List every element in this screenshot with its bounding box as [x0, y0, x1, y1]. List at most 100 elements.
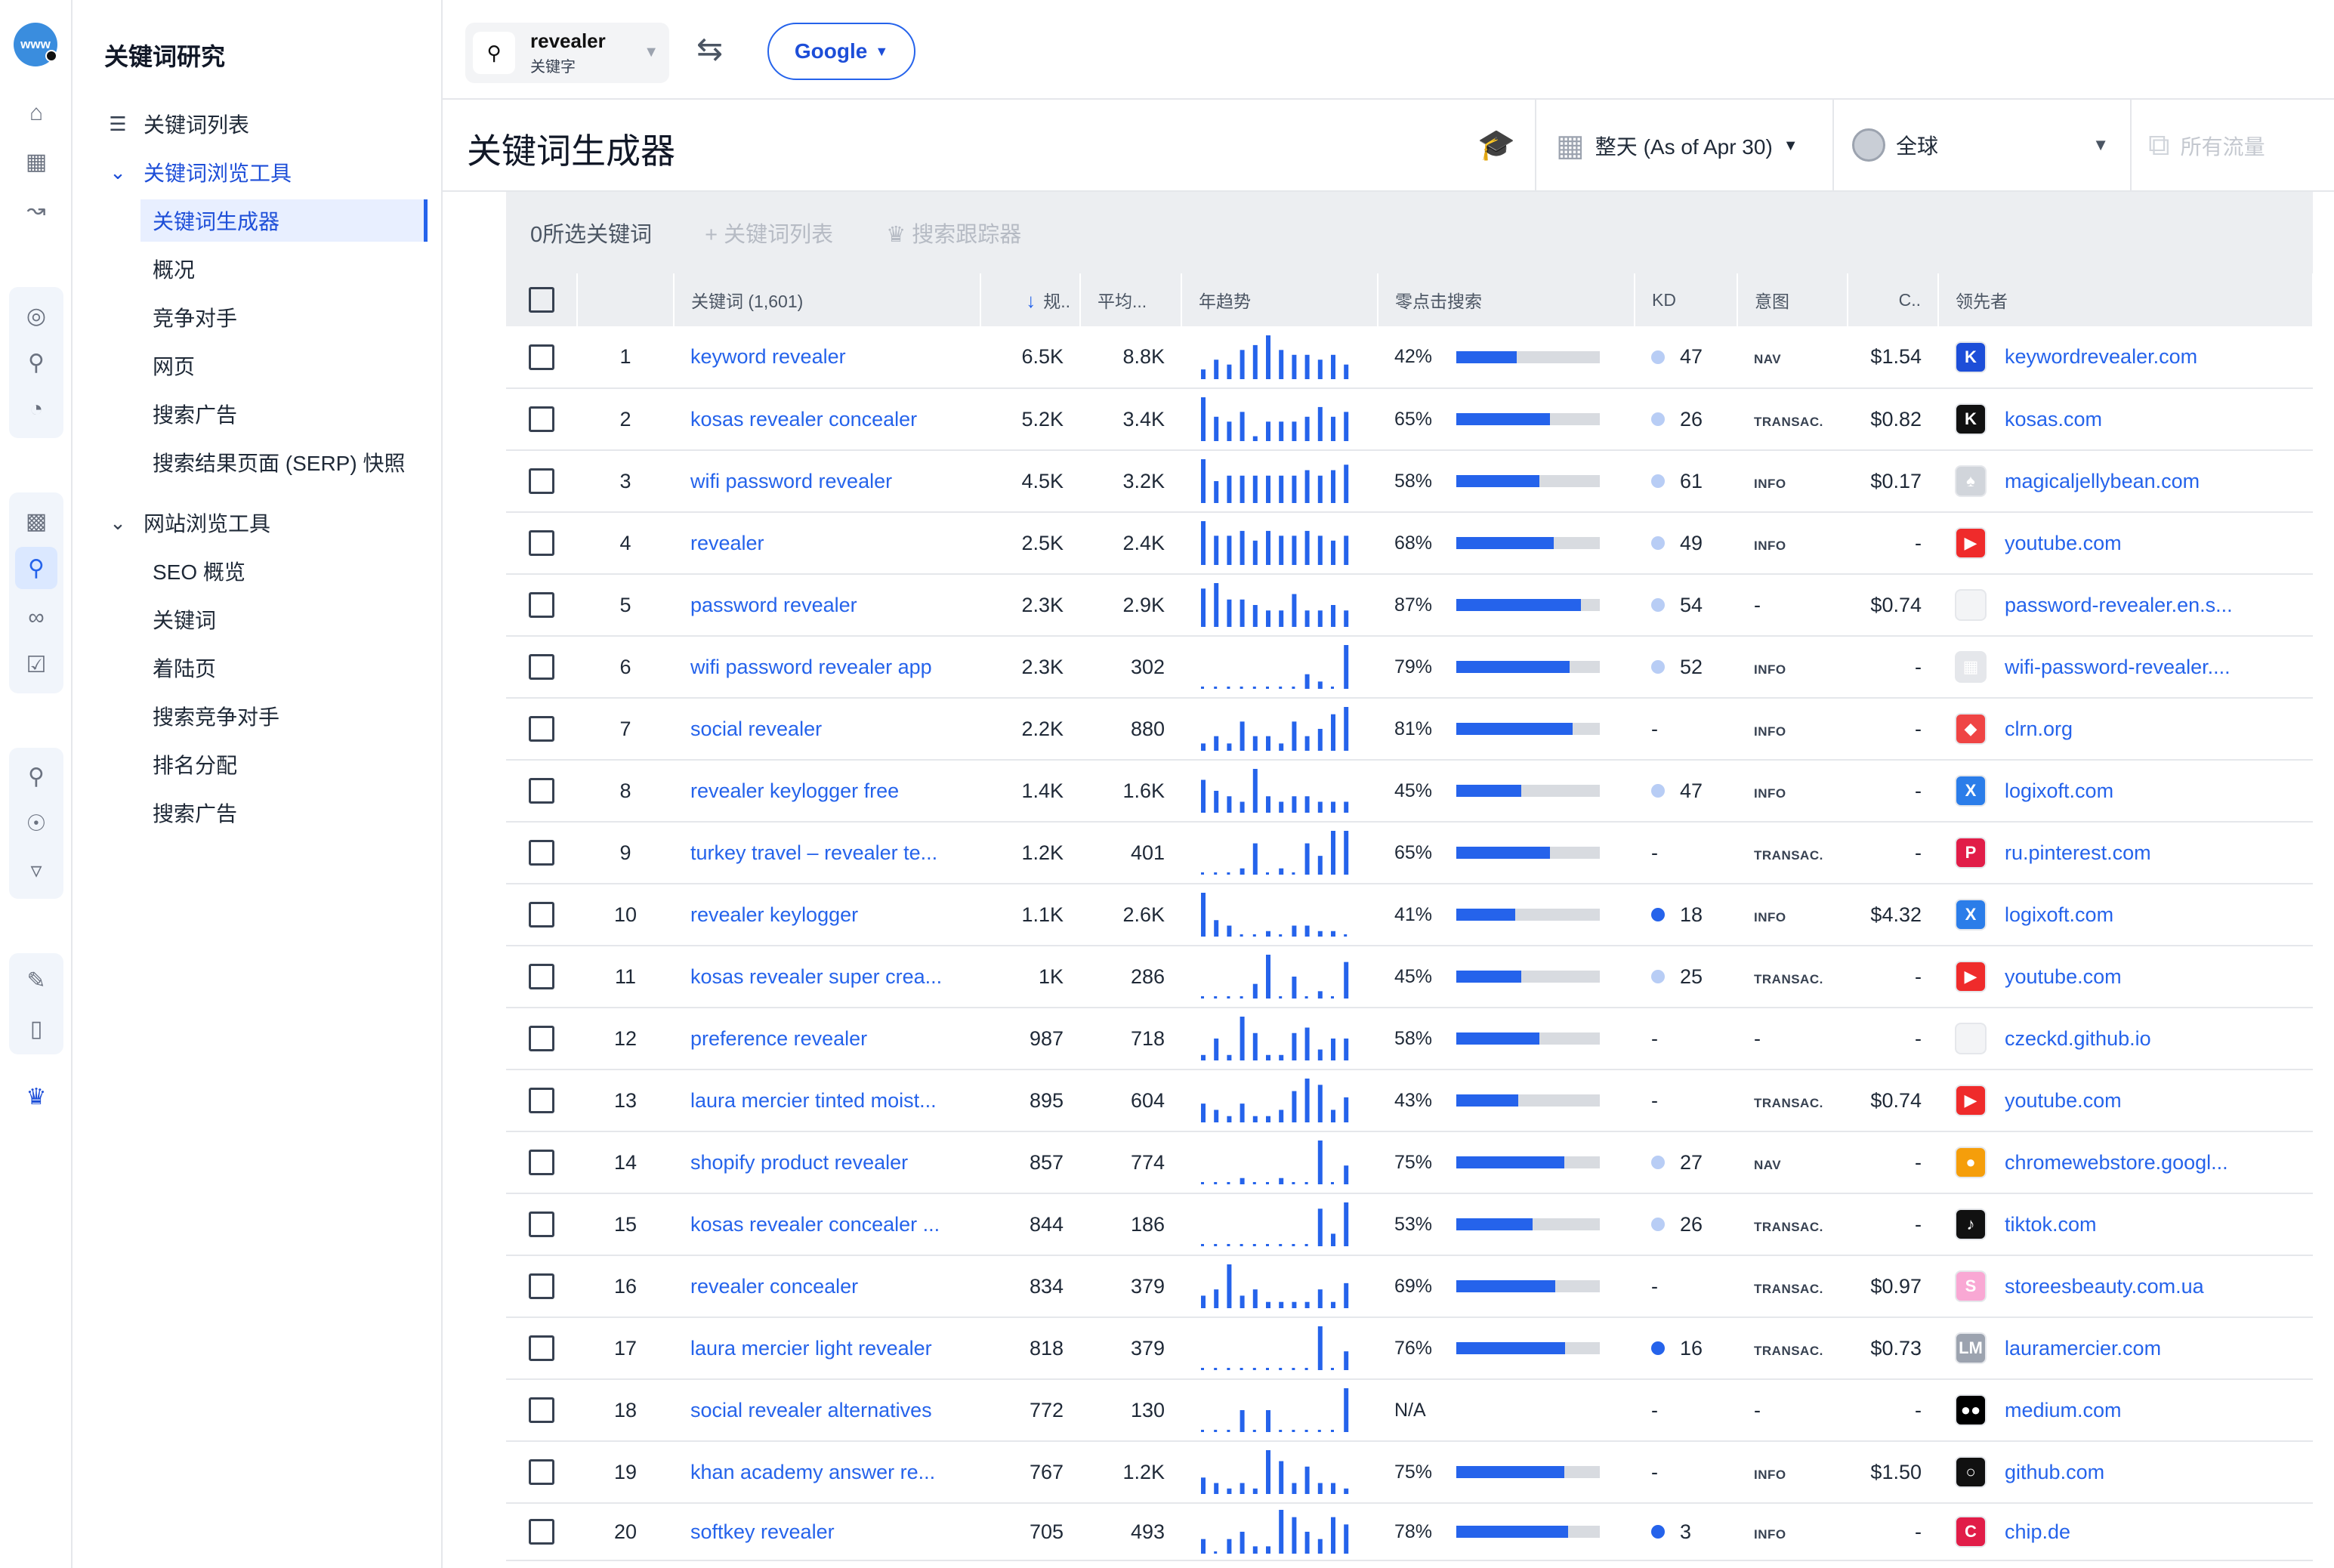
leader-domain-link[interactable]: ru.pinterest.com — [2005, 841, 2151, 865]
crown-icon[interactable]: ♛ — [15, 1076, 57, 1118]
sidebar-item-4[interactable]: 竞争对手 — [73, 296, 443, 338]
row-checkbox[interactable] — [529, 1150, 554, 1175]
table-row[interactable]: 13 laura mercier tinted moist... 895 604 43%… — [506, 1070, 2313, 1132]
row-checkbox[interactable] — [529, 468, 554, 494]
table-row[interactable]: 16 revealer concealer 834 379 69% - TRANSAC. $0… — [506, 1255, 2313, 1318]
home-icon[interactable]: ⌂ — [15, 92, 57, 134]
leader-domain-link[interactable]: password-revealer.en.s... — [2005, 594, 2233, 617]
date-selector[interactable]: ▦ 整天 (As of Apr 30) ▼ — [1556, 128, 1798, 163]
sidebar-item-9[interactable]: SEO 概览 — [73, 550, 443, 592]
keyword-link[interactable]: preference revealer — [690, 1027, 867, 1050]
table-row[interactable]: 19 khan academy answer re... 767 1.2K 75% - IN… — [506, 1441, 2313, 1504]
table-row[interactable]: 9 turkey travel – revealer te... 1.2K 401 65… — [506, 822, 2313, 884]
chevron-down-icon[interactable]: ▼ — [644, 44, 659, 61]
compare-icon[interactable]: ⇆ — [696, 30, 723, 67]
leader-domain-link[interactable]: lauramercier.com — [2005, 1337, 2161, 1360]
keyword-link[interactable]: revealer concealer — [690, 1275, 858, 1298]
add-to-list-button[interactable]: + 关键词列表 — [705, 217, 833, 248]
leader-domain-link[interactable]: wifi-password-revealer.... — [2005, 656, 2231, 679]
sidebar-item-14[interactable]: 搜索广告 — [73, 792, 443, 834]
leader-domain-link[interactable]: keywordrevealer.com — [2005, 345, 2197, 369]
keyword-link[interactable]: keyword revealer — [690, 345, 846, 368]
table-row[interactable]: 17 laura mercier light revealer 818 379 76% 1… — [506, 1317, 2313, 1380]
leader-domain-link[interactable]: czeckd.github.io — [2005, 1027, 2151, 1051]
keyword-link[interactable]: social revealer — [690, 718, 822, 740]
table-row[interactable]: 12 preference revealer 987 718 58% - - - czeckd.… — [506, 1008, 2313, 1070]
country-selector[interactable]: 全球 ▼ — [1852, 128, 2109, 162]
row-checkbox[interactable] — [529, 1335, 554, 1361]
search-target-icon[interactable]: ☉ — [15, 802, 57, 844]
row-checkbox[interactable] — [529, 1459, 554, 1485]
keyword-link[interactable]: kosas revealer concealer — [690, 408, 917, 431]
leader-domain-link[interactable]: chip.de — [2005, 1520, 2070, 1544]
header-intent[interactable]: 意图 — [1737, 273, 1848, 326]
search-engine-button[interactable]: Google ▼ — [767, 23, 915, 80]
keyword-link[interactable]: revealer keylogger — [690, 903, 858, 926]
leader-domain-link[interactable]: chromewebstore.googl... — [2005, 1151, 2228, 1174]
keyword-link[interactable]: shopify product revealer — [690, 1151, 908, 1174]
select-all-checkbox[interactable] — [528, 287, 554, 313]
row-checkbox[interactable] — [529, 716, 554, 742]
row-checkbox[interactable] — [529, 592, 554, 618]
row-checkbox[interactable] — [529, 1273, 554, 1299]
table-row[interactable]: 2 kosas revealer concealer 5.2K 3.4K 65% 26 TR… — [506, 388, 2313, 451]
table-row[interactable]: 7 social revealer 2.2K 880 81% - INFO - ◆ clrn.or… — [506, 698, 2313, 761]
keyword-link[interactable]: kosas revealer super crea... — [690, 965, 942, 988]
leader-domain-link[interactable]: youtube.com — [2005, 965, 2122, 989]
row-checkbox[interactable] — [529, 344, 554, 370]
academy-hat-icon[interactable]: 🎓 — [1477, 127, 1515, 162]
link-icon[interactable]: ∞ — [15, 597, 57, 639]
keyword-link[interactable]: laura mercier light revealer — [690, 1337, 932, 1360]
row-checkbox[interactable] — [529, 1026, 554, 1051]
leader-domain-link[interactable]: logixoft.com — [2005, 779, 2113, 803]
sidebar-item-1[interactable]: ⌄ 关键词浏览工具 — [73, 151, 443, 193]
sidebar-item-13[interactable]: 排名分配 — [73, 743, 443, 786]
sidebar-item-11[interactable]: 着陆页 — [73, 647, 443, 689]
chart-line-icon[interactable]: ↝ — [15, 189, 57, 231]
table-row[interactable]: 14 shopify product revealer 857 774 75% 27 NAV… — [506, 1131, 2313, 1194]
keyword-link[interactable]: khan academy answer re... — [690, 1461, 935, 1483]
leader-domain-link[interactable]: youtube.com — [2005, 532, 2122, 555]
sidebar-item-6[interactable]: 搜索广告 — [73, 393, 443, 435]
leader-domain-link[interactable]: clrn.org — [2005, 718, 2073, 741]
sidebar-item-0[interactable]: ☰ 关键词列表 — [73, 103, 443, 145]
row-checkbox[interactable] — [529, 1211, 554, 1237]
row-checkbox[interactable] — [529, 902, 554, 928]
row-checkbox[interactable] — [529, 778, 554, 804]
keyword-search-box[interactable]: ⚲ revealer 关键字 ▼ — [465, 23, 669, 83]
table-row[interactable]: 8 revealer keylogger free 1.4K 1.6K 45% 47 INF… — [506, 760, 2313, 823]
sidebar-item-3[interactable]: 概况 — [73, 248, 443, 290]
header-avg[interactable]: 平均... — [1080, 273, 1182, 326]
keyword-link[interactable]: softkey revealer — [690, 1520, 835, 1543]
sidebar-item-7[interactable]: 搜索结果页面 (SERP) 快照 — [73, 441, 443, 483]
sidebar-item-10[interactable]: 关键词 — [73, 598, 443, 640]
keyword-link[interactable]: social revealer alternatives — [690, 1399, 932, 1421]
search-tracker-button[interactable]: ♛ 搜索跟踪器 — [886, 217, 1021, 248]
row-checkbox[interactable] — [529, 1397, 554, 1423]
header-kd[interactable]: KD — [1635, 273, 1738, 326]
table-row[interactable]: 10 revealer keylogger 1.1K 2.6K 41% 18 INFO $4.… — [506, 884, 2313, 946]
keyword-link[interactable]: revealer keylogger free — [690, 779, 899, 802]
table-row[interactable]: 3 wifi password revealer 4.5K 3.2K 58% 61 INFO… — [506, 450, 2313, 513]
app-logo[interactable]: www — [14, 23, 57, 66]
table-row[interactable]: 15 kosas revealer concealer ... 844 186 53% 2… — [506, 1193, 2313, 1256]
sidebar-item-2[interactable]: 关键词生成器 — [140, 199, 428, 242]
leader-domain-link[interactable]: tiktok.com — [2005, 1213, 2097, 1236]
row-checkbox[interactable] — [529, 406, 554, 432]
table-row[interactable]: 5 password revealer 2.3K 2.9K 87% 54 - $0.74 pas… — [506, 574, 2313, 637]
row-checkbox[interactable] — [529, 1088, 554, 1113]
pie-icon[interactable]: ◔ — [15, 388, 57, 431]
leader-domain-link[interactable]: storeesbeauty.com.ua — [2005, 1275, 2204, 1298]
header-select-all[interactable] — [506, 273, 578, 326]
row-checkbox[interactable] — [529, 654, 554, 680]
globe-search-icon[interactable]: ⚲ — [15, 341, 57, 384]
leader-domain-link[interactable]: github.com — [2005, 1461, 2104, 1484]
globe-icon[interactable]: ◎ — [15, 295, 57, 337]
leader-domain-link[interactable]: logixoft.com — [2005, 903, 2113, 927]
keyword-link[interactable]: kosas revealer concealer ... — [690, 1213, 940, 1236]
leader-domain-link[interactable]: kosas.com — [2005, 408, 2102, 431]
table-row[interactable]: 18 social revealer alternatives 772 130 N/A -… — [506, 1379, 2313, 1442]
header-trend[interactable]: 年趋势 — [1181, 273, 1378, 326]
table-row[interactable]: 1 keyword revealer 6.5K 8.8K 42% 47 NAV $1.54 Kk… — [506, 326, 2313, 389]
row-checkbox[interactable] — [529, 530, 554, 556]
